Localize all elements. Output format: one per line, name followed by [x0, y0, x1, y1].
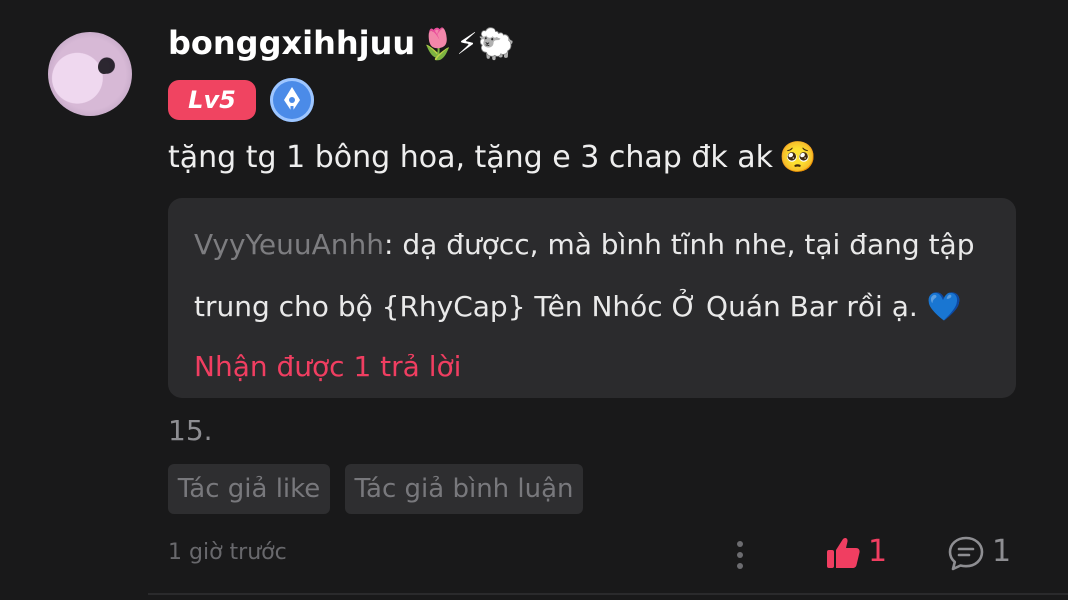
chapter-number: 15. — [168, 414, 213, 447]
reply-username[interactable]: VyyYeuuAnhh — [194, 228, 384, 261]
tag-author-like: Tác giả like — [168, 464, 330, 514]
view-replies-link[interactable]: Nhận được 1 trả lời — [194, 350, 461, 383]
avatar-eye — [98, 60, 110, 74]
reply-line-1: VyyYeuuAnhh: dạ đượcc, mà bình tĩnh nhe,… — [194, 228, 974, 261]
pen-badge-icon — [270, 78, 314, 122]
username-emojis: 🌷⚡🐑 — [419, 27, 515, 62]
reply-line-2: trung cho bộ {RhyCap} Tên Nhóc Ở Quán Ba… — [194, 290, 962, 323]
comment-body: tặng tg 1 bông hoa, tặng e 3 chap đk ak 🥺 — [168, 140, 816, 175]
comment-card: bonggxihhjuu 🌷⚡🐑 Lv5 tặng tg 1 bông hoa, … — [0, 0, 1068, 600]
like-count: 1 — [868, 534, 888, 569]
avatar[interactable] — [48, 32, 132, 116]
username-text: bonggxihhjuu — [168, 24, 416, 62]
reply-count: 1 — [992, 534, 1012, 569]
timestamp: 1 giờ trước — [168, 540, 287, 565]
comment-text: tặng tg 1 bông hoa, tặng e 3 chap đk ak — [168, 140, 774, 175]
reply-text-2: trung cho bộ {RhyCap} Tên Nhóc Ở Quán Ba… — [194, 290, 918, 323]
reply-preview[interactable]: VyyYeuuAnhh: dạ đượcc, mà bình tĩnh nhe,… — [168, 198, 1016, 398]
more-vertical-icon[interactable] — [732, 538, 748, 572]
blue-heart-emoji: 💙 — [926, 290, 962, 323]
reply-text-1: : dạ đượcc, mà bình tĩnh nhe, tại đang t… — [384, 228, 975, 261]
level-badge: Lv5 — [168, 80, 256, 120]
thumbs-up-icon[interactable] — [824, 534, 862, 572]
tag-author-comment: Tác giả bình luận — [345, 464, 583, 514]
username[interactable]: bonggxihhjuu 🌷⚡🐑 — [168, 24, 515, 62]
pleading-face-emoji: 🥺 — [779, 140, 817, 175]
comment-bubble-icon[interactable] — [946, 534, 986, 574]
divider — [148, 593, 1068, 595]
